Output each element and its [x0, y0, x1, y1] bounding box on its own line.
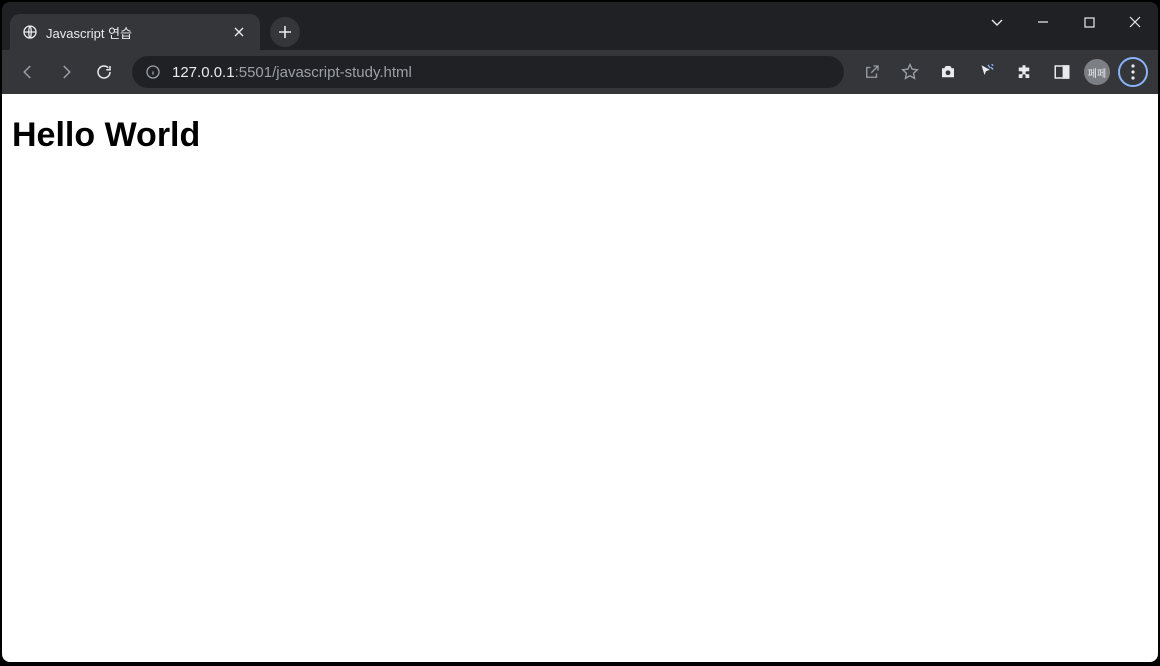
avatar-initials: 페페: [1088, 65, 1106, 80]
new-tab-button[interactable]: [270, 17, 300, 47]
reload-button[interactable]: [88, 56, 120, 88]
url-port: :5501: [235, 64, 273, 81]
browser-window: Javascript 연습: [2, 2, 1158, 662]
address-bar[interactable]: 127.0.0.1:5501/javascript-study.html: [132, 56, 844, 88]
tab-search-button[interactable]: [974, 2, 1020, 42]
browser-tab[interactable]: Javascript 연습: [10, 14, 260, 50]
menu-button[interactable]: [1118, 57, 1148, 87]
url-host: 127.0.0.1: [172, 64, 235, 81]
camera-extension-icon[interactable]: [932, 56, 964, 88]
cursor-extension-icon[interactable]: [970, 56, 1002, 88]
share-button[interactable]: [856, 56, 888, 88]
titlebar: Javascript 연습: [2, 2, 1158, 50]
tab-title: Javascript 연습: [46, 23, 230, 42]
window-controls: [974, 2, 1158, 42]
page-heading: Hello World: [12, 116, 1148, 155]
globe-icon: [22, 24, 38, 40]
url-text: 127.0.0.1:5501/javascript-study.html: [172, 64, 832, 81]
side-panel-button[interactable]: [1046, 56, 1078, 88]
window-minimize-button[interactable]: [1020, 2, 1066, 42]
forward-button[interactable]: [50, 56, 82, 88]
profile-avatar[interactable]: 페페: [1084, 59, 1110, 85]
extensions-button[interactable]: [1008, 56, 1040, 88]
back-button[interactable]: [12, 56, 44, 88]
url-path: /javascript-study.html: [272, 64, 412, 81]
window-maximize-button[interactable]: [1066, 2, 1112, 42]
site-info-icon[interactable]: [144, 63, 162, 81]
tab-close-button[interactable]: [230, 23, 248, 41]
window-close-button[interactable]: [1112, 2, 1158, 42]
bookmark-button[interactable]: [894, 56, 926, 88]
toolbar: 127.0.0.1:5501/javascript-study.html: [2, 50, 1158, 94]
page-content: Hello World: [2, 94, 1158, 662]
